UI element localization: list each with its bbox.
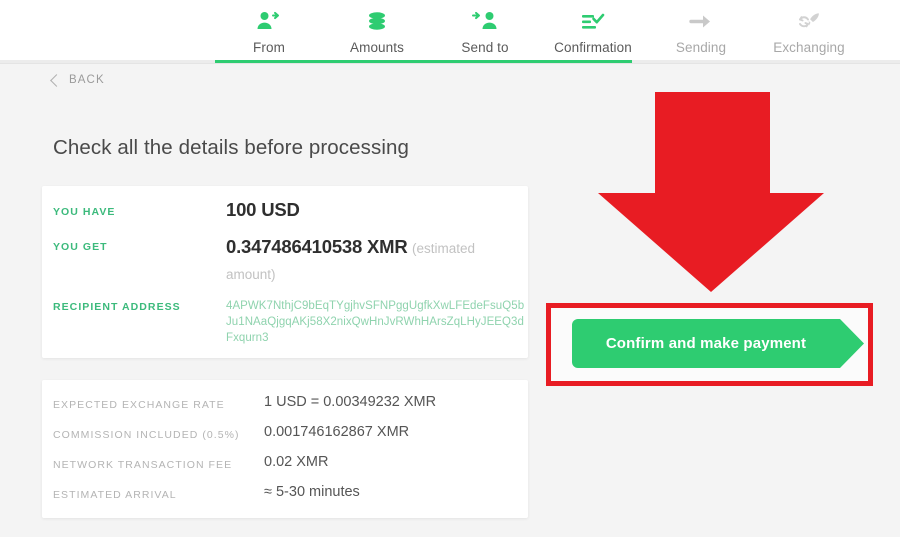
- summary-row-recipient-address: RECIPIENT ADDRESS 4APWK7NthjC9bEqTYgjhvS…: [53, 300, 526, 346]
- step-label-sending: Sending: [675, 40, 727, 55]
- estimated-arrival-label: ESTIMATED ARRIVAL: [53, 489, 177, 501]
- coins-stack-icon: [365, 10, 389, 34]
- recipient-address-label: RECIPIENT ADDRESS: [53, 301, 181, 313]
- confirm-button-shape: [572, 319, 864, 368]
- commission-value: 0.001746162867 XMR: [264, 424, 410, 440]
- expected-exchange-rate-value: 1 USD = 0.00349232 XMR: [264, 394, 437, 410]
- step-label-confirmation: Confirmation: [554, 40, 632, 55]
- step-label-exchanging: Exchanging: [773, 40, 845, 55]
- back-button[interactable]: BACK: [50, 73, 105, 87]
- fees-row-estimated-arrival: ESTIMATED ARRIVAL ≈ 5-30 minutes: [53, 484, 360, 501]
- expected-exchange-rate-label: EXPECTED EXCHANGE RATE: [53, 399, 225, 411]
- chevron-left-icon: [50, 73, 63, 87]
- step-sending[interactable]: Sending: [647, 0, 755, 55]
- step-label-amounts: Amounts: [350, 40, 404, 55]
- down-arrow-annotation-icon: [598, 92, 824, 292]
- you-get-value-group: 0.347486410538 XMR (estimated amount): [226, 234, 516, 288]
- step-confirmation[interactable]: Confirmation: [539, 0, 647, 55]
- stepper-progress-fill: [215, 60, 632, 63]
- back-button-label: BACK: [69, 74, 105, 86]
- confirm-and-make-payment-button[interactable]: Confirm and make payment: [572, 319, 866, 368]
- estimated-arrival-value: ≈ 5-30 minutes: [264, 484, 360, 500]
- fees-row-exchange-rate: EXPECTED EXCHANGE RATE 1 USD = 0.0034923…: [53, 394, 436, 411]
- summary-row-you-get: YOU GET 0.347486410538 XMR (estimated am…: [53, 236, 518, 288]
- arrow-right-icon: [688, 10, 714, 34]
- step-label-from: From: [253, 40, 285, 55]
- you-have-value: 100 USD: [226, 199, 300, 220]
- step-amounts[interactable]: Amounts: [323, 0, 431, 55]
- person-arrow-icon: [256, 10, 282, 34]
- step-send-to[interactable]: Send to: [431, 0, 539, 55]
- fees-row-commission: COMMISSION INCLUDED (0.5%) 0.00174616286…: [53, 424, 409, 441]
- network-fee-label: NETWORK TRANSACTION FEE: [53, 459, 233, 471]
- step-exchanging[interactable]: Exchanging: [755, 0, 863, 55]
- you-get-label: YOU GET: [53, 241, 108, 253]
- fees-row-network-fee: NETWORK TRANSACTION FEE 0.02 XMR: [53, 454, 328, 471]
- arrow-person-icon: [472, 10, 498, 34]
- summary-row-you-have: YOU HAVE 100 USD: [53, 199, 300, 221]
- commission-label: COMMISSION INCLUDED (0.5%): [53, 429, 240, 441]
- you-have-label: YOU HAVE: [53, 206, 116, 218]
- summary-card: YOU HAVE 100 USD YOU GET 0.347486410538 …: [42, 186, 528, 358]
- step-label-send-to: Send to: [461, 40, 509, 55]
- page-title: Check all the details before processing: [53, 136, 410, 159]
- recipient-address-value: 4APWK7NthjC9bEqTYgjhvSFNPggUgfkXwLFEdeFs…: [226, 300, 525, 344]
- stepper-steps: From Amounts Send to Confirmation Sendin…: [215, 0, 885, 63]
- network-fee-value: 0.02 XMR: [264, 454, 329, 470]
- stepper-nav: From Amounts Send to Confirmation Sendin…: [0, 0, 900, 64]
- step-from[interactable]: From: [215, 0, 323, 55]
- fees-card: EXPECTED EXCHANGE RATE 1 USD = 0.0034923…: [42, 380, 528, 518]
- exchange-rocket-icon: [796, 10, 822, 34]
- checklist-check-icon: [580, 10, 606, 34]
- you-get-value: 0.347486410538 XMR: [226, 236, 408, 257]
